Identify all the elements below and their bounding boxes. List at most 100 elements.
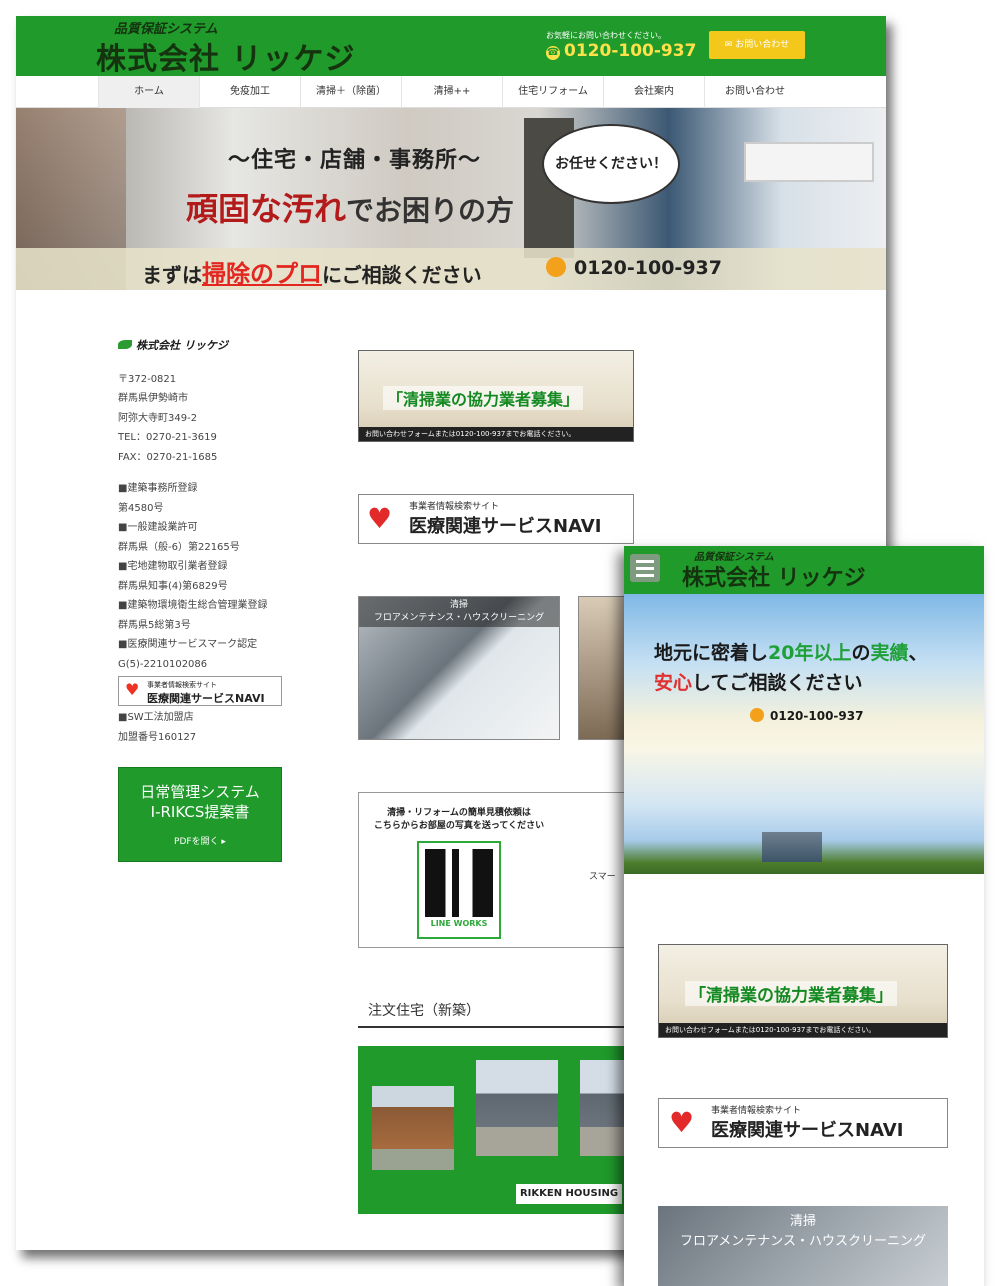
recruit-note: お問い合わせフォームまたは0120-100-937までお電話ください。 <box>359 427 633 441</box>
brand-logo[interactable]: 株式会社 リッケジ <box>96 34 355 78</box>
hamburger-menu-icon[interactable] <box>630 554 660 582</box>
sidebar-navi-banner[interactable]: ♥ 事業者情報検索サイト医療関連サービスNAVI <box>118 676 282 706</box>
nav-item-clean-plusplus[interactable]: 清掃++ <box>401 76 502 108</box>
navi-banner[interactable]: ♥ 事業者情報検索サイト 医療関連サービスNAVI <box>358 494 634 544</box>
nav-item-reform[interactable]: 住宅リフォーム <box>502 76 603 108</box>
house-photo <box>476 1060 558 1156</box>
navi-main: 医療関連サービスNAVI <box>147 692 265 705</box>
recruit-banner[interactable]: 「清掃業の協力業者募集」 お問い合わせフォームまたは0120-100-937まで… <box>358 350 634 442</box>
address-line: 群馬県伊勢崎市 <box>118 393 188 404</box>
header-phone[interactable]: ☎ 0120-100-937 <box>546 41 696 61</box>
license-line: ■一般建設業許可 <box>118 522 198 533</box>
contact-note: お気軽にお問い合わせください。 <box>546 31 666 40</box>
navi-main: 医療関連サービスNAVI <box>711 1120 904 1141</box>
recruit-title: 「清掃業の協力業者募集」 <box>685 981 897 1006</box>
mobile-service-card[interactable]: 清掃 フロアメンテナンス・ハウスクリーニング <box>658 1206 948 1286</box>
mobile-hero-slider[interactable]: 地元に密着し20年以上の実績、 安心してご相談ください 0120-100-937 <box>624 594 984 874</box>
service-caption: 清掃 フロアメンテナンス・ハウスクリーニング <box>658 1212 948 1252</box>
sidebar-logo-text: 株式会社 リッケジ <box>136 339 228 352</box>
rikcs-proposal-button[interactable]: 日常管理システム I-RIKCS提案書 PDFを開く ▸ <box>118 767 282 862</box>
qr-text-1: 清掃・リフォームの簡単見積依頼は <box>387 808 531 818</box>
speech-bubble: お任せください！ <box>542 124 680 204</box>
phone-icon: ☎ <box>546 46 560 60</box>
license-line: ■SW工法加盟店 <box>118 712 194 723</box>
hero-text: 、 <box>908 642 928 664</box>
service-caption-2: フロアメンテナンス・ハウスクリーニング <box>373 613 545 623</box>
hero-band: まずは掃除のプロにご相談ください 0120-100-937 <box>16 248 886 290</box>
navi-mark-icon: ♥ <box>125 680 140 699</box>
navi-sub: 事業者情報検索サイト <box>409 502 500 512</box>
address-line: 〒372-0821 <box>118 373 177 385</box>
hero-emphasis: 20年以上 <box>768 642 852 664</box>
mobile-phone-number: 0120-100-937 <box>770 709 864 723</box>
qr-text-2: こちらからお部屋の写真を送ってください <box>373 821 545 831</box>
section-title-custom-home: 注文住宅（新築） <box>358 1000 638 1028</box>
contact-button[interactable]: ✉ お問い合わせ <box>709 31 805 59</box>
navi-small: 事業者情報検索サイト <box>147 681 217 689</box>
mobile-navi-banner[interactable]: ♥ 事業者情報検索サイト 医療関連サービスNAVI <box>658 1098 948 1148</box>
nav-item-immune[interactable]: 免疫加工 <box>199 76 300 108</box>
mobile-hero-phone[interactable]: 0120-100-937 <box>750 708 863 723</box>
hero-text: してご相談ください <box>692 672 863 694</box>
mobile-recruit-banner[interactable]: 「清掃業の協力業者募集」 お問い合わせフォームまたは0120-100-937まで… <box>658 944 948 1038</box>
nav-item-contact[interactable]: お問い合わせ <box>704 76 805 108</box>
hero-slider[interactable]: 〜住宅・店舗・事務所〜 頑固な汚れでお困りの方 お任せください！ まずは掃除のプ… <box>16 108 886 290</box>
nav-item-home[interactable]: ホーム <box>98 76 199 108</box>
recruit-title: 「清掃業の協力業者募集」 <box>383 386 584 410</box>
mobile-brand-logo[interactable]: 株式会社 リッケジ <box>682 560 866 592</box>
nav-item-clean-plus[interactable]: 清掃＋（除菌） <box>300 76 401 108</box>
mobile-header: 品質保証システム 株式会社 リッケジ <box>624 546 984 594</box>
hero-emphasis: 頑固な汚れ <box>186 190 347 228</box>
rikcs-line1: 日常管理システム <box>140 783 260 801</box>
rikcs-pdf-link: PDFを開く ▸ <box>174 837 226 847</box>
rikcs-line2: I-RIKCS提案書 <box>150 803 250 821</box>
qr-more: スマー <box>589 872 616 882</box>
site-header: 品質保証システム 株式会社 リッケジ お気軽にお問い合わせください。 ☎ 0120… <box>16 16 886 78</box>
mobile-screenshot: 品質保証システム 株式会社 リッケジ 地元に密着し20年以上の実績、 安心してご… <box>624 546 984 1286</box>
service-caption: 清掃フロアメンテナンス・ハウスクリーニング <box>359 597 559 627</box>
license-line: ■建築事務所登録 <box>118 483 198 494</box>
sidebar: 株式会社 リッケジ 〒372-0821 群馬県伊勢崎市 阿弥大寺町349-2 T… <box>118 336 308 862</box>
license-line: ■医療関連サービスマーク認定 <box>118 639 258 650</box>
service-caption-1: 清掃 <box>789 1214 816 1229</box>
license-line: 加盟番号160127 <box>118 731 197 743</box>
qr-label: LINE WORKS <box>430 919 488 928</box>
tel-line: TEL：0270-21-3619 <box>118 432 217 443</box>
hero-photo-aircon <box>744 142 874 182</box>
navi-mark-icon: ♥ <box>669 1106 695 1139</box>
custom-home-gallery[interactable]: RIKKEN HOUSING <box>358 1046 638 1214</box>
house-photo <box>372 1086 454 1170</box>
hero-line1: 〜住宅・店舗・事務所〜 <box>228 148 482 173</box>
header-phone-number: 0120-100-937 <box>564 41 697 61</box>
address-line: 阿弥大寺町349-2 <box>118 412 198 424</box>
hero-text: 地元に密着し <box>654 642 769 664</box>
hero-emphasis: 安心 <box>654 672 693 694</box>
license-line: ■建築物環境衛生総合管理業登録 <box>118 600 268 611</box>
navi-mark-icon: ♥ <box>367 502 393 535</box>
phone-icon <box>750 708 764 722</box>
hero-emphasis: 実績 <box>870 642 909 664</box>
qr-estimate-box: 清掃・リフォームの簡単見積依頼はこちらからお部屋の写真を送ってください LINE… <box>358 792 638 948</box>
license-line: 群馬県（般-6）第22165号 <box>118 541 240 553</box>
navi-main: 医療関連サービスNAVI <box>409 516 602 537</box>
license-line: G(5)-2210102086 <box>118 658 208 670</box>
service-caption-1: 清掃 <box>449 600 468 610</box>
band-phone-number: 0120-100-937 <box>574 257 722 279</box>
qr-code[interactable]: LINE WORKS <box>417 841 501 939</box>
service-card-cleaning[interactable]: 清掃フロアメンテナンス・ハウスクリーニング <box>358 596 560 740</box>
mobile-hero-line1: 地元に密着し20年以上の実績、 <box>654 638 928 665</box>
fax-line: FAX：0270-21-1685 <box>118 451 218 463</box>
phone-icon <box>546 257 566 277</box>
contact-button-label: お問い合わせ <box>735 40 790 50</box>
band-phone[interactable]: 0120-100-937 <box>546 257 722 279</box>
navi-sub: 事業者情報検索サイト <box>711 1106 802 1116</box>
hero-text: の <box>851 642 871 664</box>
qr-text: 清掃・リフォームの簡単見積依頼はこちらからお部屋の写真を送ってください <box>359 807 559 833</box>
qr-code-image <box>425 849 493 917</box>
license-line: 群馬県知事(4)第6829号 <box>118 580 228 592</box>
sidebar-logo: 株式会社 リッケジ <box>118 336 308 356</box>
nav-item-company[interactable]: 会社案内 <box>603 76 704 108</box>
mobile-hero-line2: 安心してご相談ください <box>654 668 862 695</box>
band-text: まずは掃除のプロにご相談ください <box>142 254 482 289</box>
hero-line2: 頑固な汚れでお困りの方 <box>186 184 514 230</box>
